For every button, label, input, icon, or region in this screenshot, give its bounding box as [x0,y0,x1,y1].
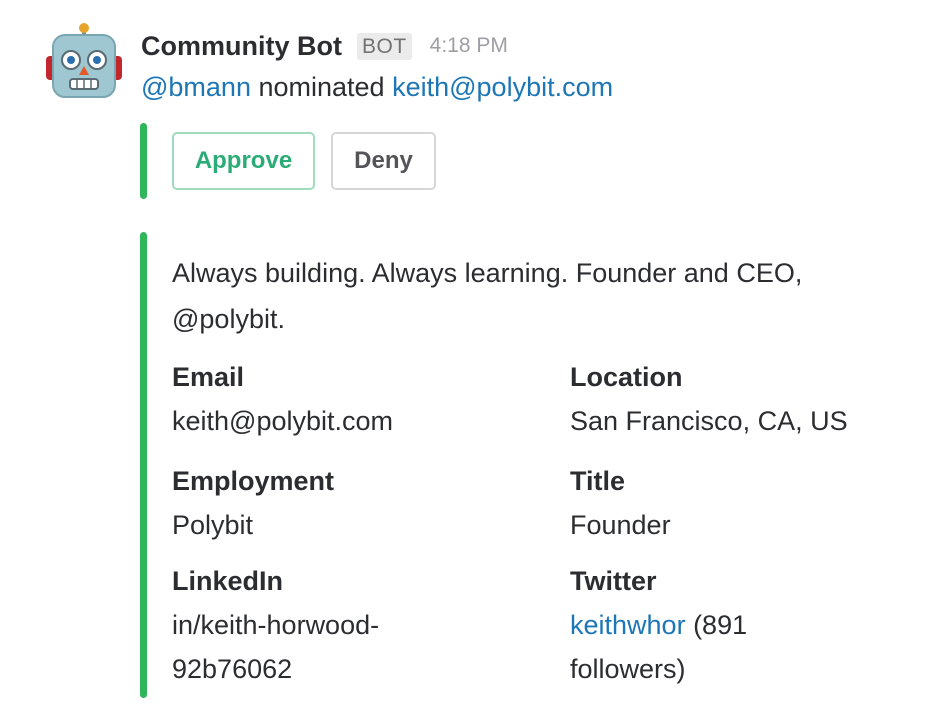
linkedin-link-line[interactable]: in/keith-horwood- [172,603,472,647]
field-twitter: Twitter keithwhor (891 followers) [570,559,870,691]
twitter-handle-link[interactable]: keithwhor [570,610,686,640]
field-value: Founder [570,510,671,540]
bot-badge: BOT [356,32,412,60]
message-text: @bmann nominated keith@polybit.com [141,72,613,103]
linkedin-link[interactable]: in/keith-horwood- 92b76062 [172,603,472,691]
field-employment: Employment Polybit [172,459,472,547]
field-value: keithwhor (891 followers) [570,603,870,691]
field-linkedin: LinkedIn in/keith-horwood- 92b76062 [172,559,472,691]
profile-bio: Always building. Always learning. Founde… [172,250,872,342]
bio-line: Always building. Always learning. Founde… [172,258,803,288]
message-timestamp[interactable]: 4:18 PM [430,34,508,58]
message-header: Community Bot BOT 4:18 PM [141,28,508,64]
message-action-text: nominated [258,72,385,102]
field-title: Email [172,362,245,392]
field-title: Title [570,466,626,496]
attachment-color-bar [140,232,147,698]
field-title: LinkedIn [172,566,284,596]
user-mention-link[interactable]: @bmann [141,72,251,102]
field-title: Employment [172,466,335,496]
twitter-followers: followers) [570,654,686,684]
field-location: Location San Francisco, CA, US [570,355,870,443]
attachment-color-bar [140,123,147,199]
field-value: San Francisco, CA, US [570,406,848,436]
bio-line: @polybit. [172,304,285,334]
field-title: Location [570,362,683,392]
nominee-email-link[interactable]: keith@polybit.com [392,72,613,102]
email-link[interactable]: keith@polybit.com [172,399,472,443]
bot-avatar[interactable] [44,22,124,102]
robot-face-icon [46,23,122,98]
field-email: Email keith@polybit.com [172,355,472,443]
linkedin-link-line[interactable]: 92b76062 [172,647,472,691]
approve-button[interactable]: Approve [172,132,315,190]
field-title: Twitter [570,566,657,596]
twitter-followers: (891 [685,610,748,640]
field-value: Polybit [172,510,254,540]
sender-name[interactable]: Community Bot [141,31,342,62]
deny-button[interactable]: Deny [331,132,436,190]
field-title-role: Title Founder [570,459,870,547]
